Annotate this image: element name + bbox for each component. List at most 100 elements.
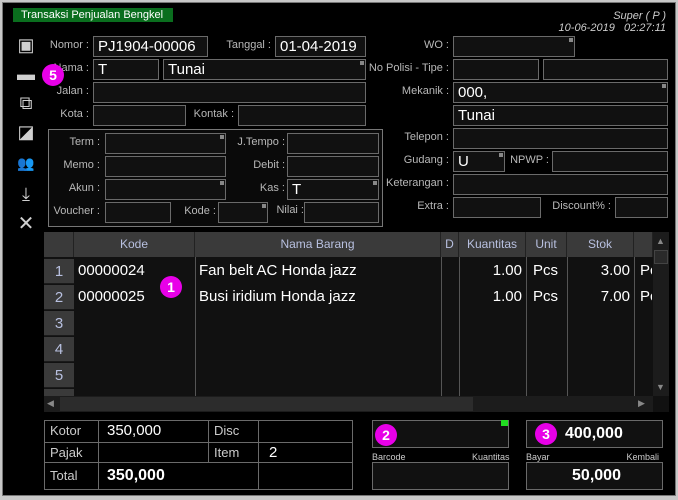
close-icon[interactable]: ✕ — [15, 214, 37, 234]
squares-icon[interactable]: ◪ — [15, 122, 37, 142]
debit-label: Debit : — [253, 159, 285, 171]
annotation-badge: 3 — [535, 423, 557, 445]
row-number[interactable]: 4 — [44, 337, 74, 362]
print-icon[interactable]: ▬ — [15, 64, 37, 84]
kuantitas-label: Kuantitas — [472, 452, 510, 462]
cell-extra[interactable]: Pc — [640, 258, 652, 284]
wo-field[interactable] — [453, 36, 575, 57]
nomor-field[interactable]: PJ1904-00006 — [93, 36, 208, 57]
mekanik-field[interactable]: 000, — [453, 82, 668, 103]
nama-field[interactable]: Tunai — [163, 59, 366, 80]
cell-unit[interactable]: Pcs — [533, 258, 558, 284]
cell-kode[interactable]: 00000024 — [78, 258, 145, 284]
gudang-field[interactable]: U — [453, 151, 505, 172]
kotor-label: Kotor — [44, 420, 99, 443]
kas-field[interactable]: T — [287, 179, 379, 200]
jalan-label: Jalan : — [56, 85, 89, 97]
annotation-badge: 1 — [160, 276, 182, 298]
cell-qty[interactable]: 1.00 — [459, 284, 522, 310]
keterangan-field[interactable] — [453, 174, 668, 195]
cell-nama[interactable]: Busi iridium Honda jazz — [199, 284, 356, 310]
npwp-label: NPWP : — [510, 154, 549, 166]
kota-label: Kota : — [60, 108, 89, 120]
nopolisi-field[interactable] — [453, 59, 539, 80]
cell-kode[interactable]: 00000025 — [78, 284, 145, 310]
memo-label: Memo : — [63, 159, 100, 171]
scroll-right-icon[interactable]: ▶ — [638, 398, 645, 409]
col-stok[interactable]: Stok — [567, 232, 634, 257]
scroll-up-icon[interactable]: ▲ — [656, 236, 665, 246]
users-icon[interactable]: 👥 — [15, 153, 37, 173]
horizontal-scrollbar[interactable]: ◀ ▶ — [44, 396, 653, 412]
akun-label: Akun : — [68, 182, 100, 194]
row-number[interactable]: 1 — [44, 259, 74, 284]
row-number[interactable]: 5 — [44, 363, 74, 388]
nama-code-field[interactable]: T — [93, 59, 159, 80]
memo-field[interactable] — [105, 156, 226, 177]
tipe-field[interactable] — [543, 59, 668, 80]
col-d[interactable]: D — [441, 232, 459, 257]
cell-stok[interactable]: 7.00 — [567, 284, 630, 310]
vertical-scrollbar[interactable]: ▲ ▼ — [653, 232, 669, 396]
scroll-thumb[interactable] — [60, 397, 473, 411]
nomor-label: Nomor : — [49, 39, 89, 51]
extra-label: Extra : — [417, 200, 449, 212]
item-value: 2 — [258, 442, 353, 463]
voucher-label: Voucher : — [53, 205, 100, 217]
tanggal-label: Tanggal : — [226, 39, 271, 51]
total-label: Total — [44, 462, 99, 490]
kuantitas-field[interactable] — [372, 462, 509, 490]
total-value: 350,000 — [98, 462, 259, 490]
annotation-badge: 5 — [42, 64, 64, 86]
copy-icon[interactable]: ⧉ — [15, 93, 37, 113]
col-kode[interactable]: Kode — [74, 232, 195, 257]
nopolisi-label: No Polisi - Tipe : — [368, 62, 449, 74]
jtempo-label: J.Tempo : — [237, 136, 285, 148]
tanggal-field[interactable]: 01-04-2019 — [275, 36, 366, 57]
term-field[interactable] — [105, 133, 226, 154]
kode-label: Kode : — [184, 205, 216, 217]
nilai-field[interactable] — [304, 202, 379, 223]
kota-field[interactable] — [93, 105, 186, 126]
disc-label: Disc — [208, 420, 259, 443]
kontak-label: Kontak : — [193, 108, 234, 120]
mekanik-label: Mekanik : — [401, 85, 449, 97]
cell-extra[interactable]: Pc — [640, 284, 652, 310]
col-kuantitas[interactable]: Kuantitas — [459, 232, 526, 257]
telepon-field[interactable] — [453, 128, 668, 149]
col-extra[interactable] — [634, 232, 653, 257]
cell-unit[interactable]: Pcs — [533, 284, 558, 310]
cell-qty[interactable]: 1.00 — [459, 258, 522, 284]
col-nama-barang[interactable]: Nama Barang — [195, 232, 441, 257]
jalan-field[interactable] — [93, 82, 366, 103]
window-title: Transaksi Penjualan Bengkel — [13, 8, 173, 22]
kode-field[interactable] — [218, 202, 268, 223]
row-number[interactable]: 3 — [44, 311, 74, 336]
cell-stok[interactable]: 3.00 — [567, 258, 630, 284]
download-icon[interactable]: ⤓ — [15, 184, 37, 204]
kas-label: Kas : — [259, 182, 285, 194]
col-unit[interactable]: Unit — [526, 232, 567, 257]
item-label: Item — [208, 442, 259, 463]
akun-field[interactable] — [105, 179, 226, 200]
extra-field[interactable] — [453, 197, 541, 218]
npwp-field[interactable] — [552, 151, 668, 172]
wo-label: WO : — [423, 39, 449, 51]
voucher-field[interactable] — [105, 202, 171, 223]
discount-field[interactable] — [615, 197, 668, 218]
discount-label: Discount% : — [552, 200, 611, 212]
save-icon[interactable]: ▣ — [15, 35, 37, 55]
pajak-label: Pajak — [44, 442, 99, 463]
term-label: Term : — [69, 136, 100, 148]
cell-nama[interactable]: Fan belt AC Honda jazz — [199, 258, 357, 284]
scroll-down-icon[interactable]: ▼ — [656, 382, 665, 392]
kotor-value: 350,000 — [98, 420, 209, 443]
scroll-left-icon[interactable]: ◀ — [47, 398, 54, 409]
kontak-field[interactable] — [238, 105, 366, 126]
datetime-label: 10-06-2019 02:27:11 — [558, 22, 666, 34]
jtempo-field[interactable] — [287, 133, 379, 154]
indicator-light — [501, 420, 508, 426]
row-number[interactable]: 2 — [44, 285, 74, 310]
debit-field[interactable] — [287, 156, 379, 177]
disc-value — [258, 420, 353, 443]
